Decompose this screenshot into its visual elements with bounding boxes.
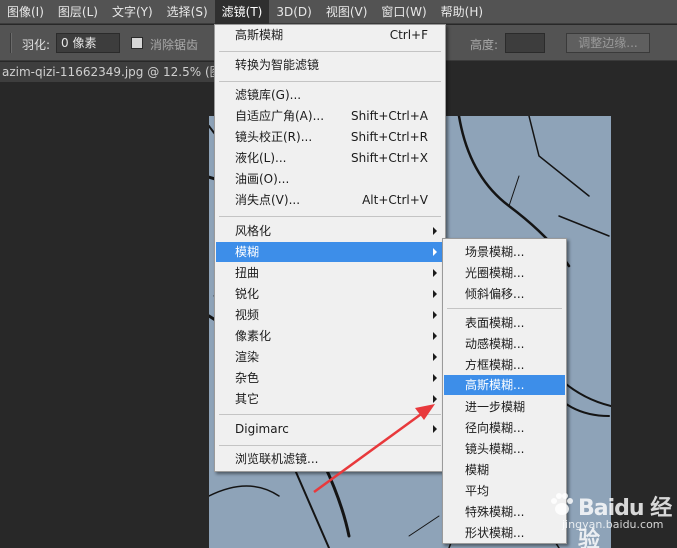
menu-item-vanishing-point[interactable]: 消失点(V)... Alt+Ctrl+V [216, 190, 444, 210]
submenu-arrow-icon [433, 290, 437, 298]
watermark-url: jingyan.baidu.com [562, 518, 664, 531]
menu-item-digimarc[interactable]: Digimarc [216, 419, 444, 439]
menu-layer[interactable]: 图层(L) [51, 0, 105, 24]
menu-item-liquify[interactable]: 液化(L)... Shift+Ctrl+X [216, 148, 444, 168]
submenu-arrow-icon [433, 227, 437, 235]
menu-item-stylize[interactable]: 风格化 [216, 221, 444, 241]
submenu-arrow-icon [433, 269, 437, 277]
menu-item-render[interactable]: 渲染 [216, 347, 444, 367]
options-bar-grip[interactable] [10, 33, 12, 53]
submenu-arrow-icon [433, 374, 437, 382]
submenu-item-average[interactable]: 平均 [444, 481, 565, 501]
menu-type[interactable]: 文字(Y) [105, 0, 160, 24]
filter-menu: 高斯模糊 Ctrl+F 转换为智能滤镜 滤镜库(G)... 自适应广角(A)..… [214, 24, 446, 472]
paw-logo-icon [551, 493, 573, 515]
menu-item-convert-smart-filter[interactable]: 转换为智能滤镜 [216, 55, 444, 75]
submenu-arrow-icon [433, 332, 437, 340]
menu-item-pixelate[interactable]: 像素化 [216, 326, 444, 346]
menu-separator [219, 414, 441, 415]
antialias-label: 消除锯齿 [150, 38, 199, 52]
menu-help[interactable]: 帮助(H) [434, 0, 490, 24]
submenu-item-field-blur[interactable]: 场景模糊... [444, 242, 565, 262]
submenu-arrow-icon [433, 425, 437, 433]
menu-separator [219, 81, 441, 82]
menu-image[interactable]: 图像(I) [0, 0, 51, 24]
menu-separator [447, 308, 562, 309]
menu-select[interactable]: 选择(S) [160, 0, 215, 24]
submenu-arrow-icon [433, 395, 437, 403]
menu-item-sharpen[interactable]: 锐化 [216, 284, 444, 304]
menu-view[interactable]: 视图(V) [319, 0, 375, 24]
menu-bar: 图像(I) 图层(L) 文字(Y) 选择(S) 滤镜(T) 3D(D) 视图(V… [0, 0, 677, 24]
submenu-arrow-icon [433, 353, 437, 361]
antialias-checkbox[interactable] [131, 37, 143, 49]
submenu-item-gaussian-blur[interactable]: 高斯模糊... [444, 375, 565, 395]
menu-item-noise[interactable]: 杂色 [216, 368, 444, 388]
submenu-arrow-icon [433, 311, 437, 319]
submenu-item-tilt-shift[interactable]: 倾斜偏移... [444, 284, 565, 304]
menu-item-distort[interactable]: 扭曲 [216, 263, 444, 283]
feather-input[interactable]: 0 像素 [56, 33, 120, 53]
submenu-item-smart-blur[interactable]: 特殊模糊... [444, 502, 565, 522]
menu-item-video[interactable]: 视频 [216, 305, 444, 325]
submenu-item-radial-blur[interactable]: 径向模糊... [444, 418, 565, 438]
menu-separator [219, 216, 441, 217]
menu-item-oil-paint[interactable]: 油画(O)... [216, 169, 444, 189]
menu-filter[interactable]: 滤镜(T) [214, 0, 270, 24]
submenu-item-iris-blur[interactable]: 光圈模糊... [444, 263, 565, 283]
menu-separator [219, 51, 441, 52]
feather-label: 羽化: [22, 38, 51, 52]
baidu-watermark: Baidu 经验 jingyan.baidu.com [548, 488, 672, 548]
menu-separator [219, 445, 441, 446]
menu-item-filter-gallery[interactable]: 滤镜库(G)... [216, 85, 444, 105]
menu-item-other[interactable]: 其它 [216, 389, 444, 409]
submenu-item-blur-more[interactable]: 进一步模糊 [444, 397, 565, 417]
submenu-item-surface-blur[interactable]: 表面模糊... [444, 313, 565, 333]
submenu-item-shape-blur[interactable]: 形状模糊... [444, 523, 565, 543]
submenu-item-motion-blur[interactable]: 动感模糊... [444, 334, 565, 354]
refine-edge-button[interactable]: 调整边缘... [566, 33, 650, 53]
height-label: 高度: [470, 38, 499, 52]
menu-item-lens-correction[interactable]: 镜头校正(R)... Shift+Ctrl+R [216, 127, 444, 147]
submenu-item-blur[interactable]: 模糊 [444, 460, 565, 480]
submenu-item-lens-blur[interactable]: 镜头模糊... [444, 439, 565, 459]
height-input[interactable] [505, 33, 545, 53]
submenu-arrow-icon [433, 248, 437, 256]
document-tab[interactable]: azim-qizi-11662349.jpg @ 12.5% (图层 [0, 62, 220, 82]
menu-window[interactable]: 窗口(W) [374, 0, 433, 24]
menu-item-blur[interactable]: 模糊 [216, 242, 444, 262]
menu-item-adaptive-wide-angle[interactable]: 自适应广角(A)... Shift+Ctrl+A [216, 106, 444, 126]
submenu-item-box-blur[interactable]: 方框模糊... [444, 355, 565, 375]
menu-item-last-filter[interactable]: 高斯模糊 Ctrl+F [216, 25, 444, 45]
menu-3d[interactable]: 3D(D) [269, 0, 318, 24]
menu-item-browse-online-filters[interactable]: 浏览联机滤镜... [216, 449, 444, 469]
